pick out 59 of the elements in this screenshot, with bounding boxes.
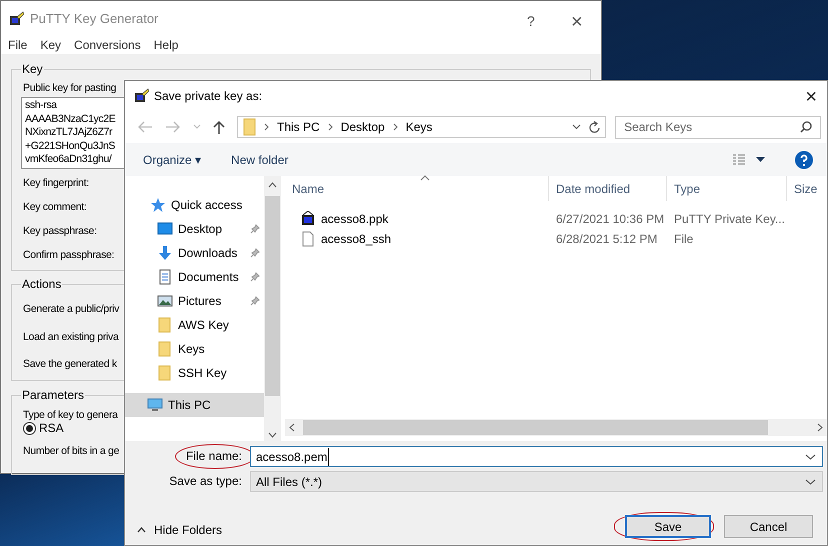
file-type: PuTTY Private Key... (673, 211, 786, 228)
breadcrumb-item[interactable]: Keys (406, 118, 432, 136)
nav-item[interactable]: Pictures (125, 289, 264, 313)
column-header[interactable]: Size (787, 176, 819, 201)
organize-menu[interactable]: Organize ▾ (143, 150, 202, 168)
group-title: Parameters (21, 388, 86, 402)
file-type: File (673, 231, 694, 248)
file-row[interactable]: acesso8_ssh 6/28/2021 5:12 PM File (285, 229, 827, 249)
nav-item[interactable]: Quick access (125, 193, 264, 217)
group-title: Actions (21, 277, 62, 291)
field-label: Key passphrase: (23, 224, 97, 238)
group-title: Key (21, 62, 44, 76)
action-label: Generate a public/priv (23, 302, 120, 316)
dialog-button[interactable]: Cancel (724, 515, 813, 538)
close-button[interactable]: × (805, 82, 817, 112)
file-date: 6/28/2021 5:12 PM (555, 231, 658, 248)
file-name-field[interactable]: acesso8.pem (250, 446, 823, 467)
window-title: PuTTY Key Generator (30, 10, 158, 28)
nav-item[interactable]: SSH Key (125, 361, 264, 385)
menu-item[interactable]: Key (40, 36, 62, 54)
radio-label: RSA (39, 421, 64, 435)
breadcrumb-item[interactable]: Desktop (340, 118, 385, 136)
menu-item[interactable]: Conversions (74, 36, 141, 54)
field-label: Save as type: (169, 474, 242, 489)
nav-item[interactable]: Documents (125, 265, 264, 289)
field-label: Key fingerprint: (23, 176, 89, 190)
field-label: File name: (186, 449, 242, 464)
menu-item[interactable]: File (8, 36, 28, 54)
menu-item[interactable]: Help (154, 36, 178, 54)
nav-item[interactable]: Keys (125, 337, 264, 361)
hide-folders-button[interactable]: Hide Folders (137, 521, 222, 539)
nav-item[interactable]: AWS Key (125, 313, 264, 337)
field-label: Type of key to genera (23, 408, 118, 422)
column-header[interactable]: Type (667, 176, 787, 201)
search-input[interactable]: Search Keys (624, 118, 794, 136)
file-type-dropdown[interactable]: All Files (*.*) (250, 471, 823, 492)
nav-item[interactable]: This PC (125, 393, 264, 417)
column-header[interactable]: Name (285, 176, 549, 201)
address-bar[interactable]: This PC Desktop Keys (237, 116, 606, 138)
close-button[interactable]: × (571, 7, 583, 37)
field-label: Confirm passphrase: (23, 248, 114, 262)
dialog-button[interactable]: Save (625, 515, 711, 538)
breadcrumb-item[interactable]: This PC (277, 118, 320, 136)
nav-item[interactable]: Downloads (125, 241, 264, 265)
search-field[interactable]: Search Keys (615, 116, 821, 138)
action-label: Load an existing priva (23, 330, 119, 344)
action-label: Save the generated k (23, 357, 117, 371)
file-row[interactable]: acesso8.ppk 6/27/2021 10:36 PM PuTTY Private Key... (285, 209, 827, 229)
new-folder-button[interactable]: New folder (231, 150, 288, 168)
file-date: 6/27/2021 10:36 PM (555, 211, 666, 228)
field-label: Number of bits in a ge (23, 444, 120, 458)
column-header[interactable]: Date modified (549, 176, 667, 201)
field-label: Key comment: (23, 200, 87, 214)
help-button[interactable]: ? (527, 11, 535, 32)
dialog-title: Save private key as: (154, 88, 262, 105)
file-name: acesso8.ppk (321, 211, 388, 228)
file-name: acesso8_ssh (321, 231, 392, 248)
nav-item[interactable]: Desktop (125, 217, 264, 241)
field-label: Public key for pasting (23, 81, 116, 95)
